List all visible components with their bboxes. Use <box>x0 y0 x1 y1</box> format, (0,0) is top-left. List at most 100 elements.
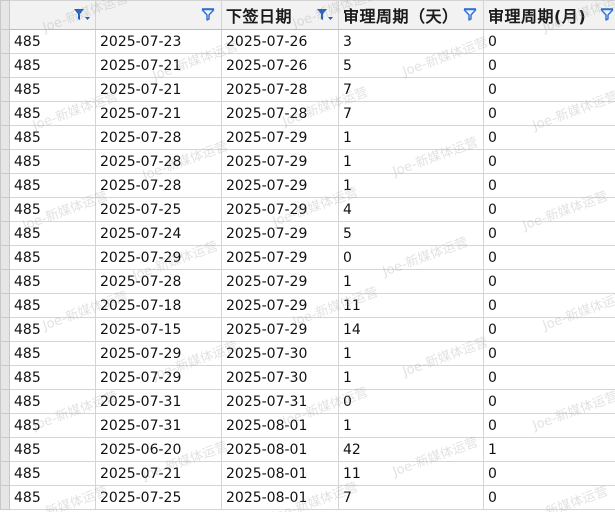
table-cell[interactable]: 2025-07-31 <box>221 389 339 414</box>
table-cell[interactable]: 485 <box>9 197 96 222</box>
table-cell[interactable]: 2025-08-01 <box>221 413 339 438</box>
table-cell[interactable]: 485 <box>9 149 96 174</box>
table-cell[interactable]: 1 <box>338 173 484 198</box>
table-row[interactable]: 485 2025-07-28 2025-07-29 1 0 <box>0 173 615 198</box>
table-cell[interactable]: 1 <box>338 269 484 294</box>
table-cell[interactable]: 2025-07-29 <box>221 125 339 150</box>
table-cell[interactable]: 0 <box>483 245 615 270</box>
table-cell[interactable]: 485 <box>9 389 96 414</box>
table-cell[interactable]: 485 <box>9 341 96 366</box>
table-cell[interactable]: 1 <box>483 437 615 462</box>
table-cell[interactable]: 5 <box>338 53 484 78</box>
table-cell[interactable]: 0 <box>483 173 615 198</box>
table-row[interactable]: 485 2025-07-28 2025-07-29 1 0 <box>0 269 615 294</box>
row-header[interactable] <box>0 485 10 510</box>
table-row[interactable]: 485 2025-07-23 2025-07-26 3 0 <box>0 29 615 54</box>
row-header[interactable] <box>0 437 10 462</box>
funnel-filter-applied-icon[interactable] <box>315 6 335 24</box>
table-cell[interactable]: 2025-07-31 <box>95 389 222 414</box>
table-cell[interactable]: 0 <box>338 245 484 270</box>
table-cell[interactable]: 2025-07-23 <box>95 29 222 54</box>
table-cell[interactable]: 485 <box>9 461 96 486</box>
table-cell[interactable]: 0 <box>483 341 615 366</box>
row-header[interactable] <box>0 29 10 54</box>
table-cell[interactable]: 1 <box>338 149 484 174</box>
table-cell[interactable]: 2025-07-29 <box>221 221 339 246</box>
row-header[interactable] <box>0 413 10 438</box>
table-cell[interactable]: 14 <box>338 317 484 342</box>
table-cell[interactable]: 2025-07-31 <box>95 413 222 438</box>
table-cell[interactable]: 2025-07-25 <box>95 485 222 510</box>
table-cell[interactable]: 1 <box>338 125 484 150</box>
table-cell[interactable]: 7 <box>338 485 484 510</box>
table-cell[interactable]: 2025-07-29 <box>221 173 339 198</box>
table-cell[interactable]: 0 <box>483 365 615 390</box>
table-cell[interactable]: 7 <box>338 101 484 126</box>
table-cell[interactable]: 2025-07-29 <box>95 341 222 366</box>
table-cell[interactable]: 2025-07-28 <box>221 101 339 126</box>
table-cell[interactable]: 485 <box>9 245 96 270</box>
table-cell[interactable]: 1 <box>338 413 484 438</box>
table-cell[interactable]: 2025-07-29 <box>221 269 339 294</box>
column-header-1[interactable] <box>9 0 96 30</box>
table-cell[interactable]: 2025-07-30 <box>221 341 339 366</box>
column-header-5[interactable]: 审理周期(月) <box>483 0 615 30</box>
table-cell[interactable]: 2025-07-15 <box>95 317 222 342</box>
row-header[interactable] <box>0 53 10 78</box>
table-cell[interactable]: 0 <box>483 149 615 174</box>
table-cell[interactable]: 7 <box>338 77 484 102</box>
table-cell[interactable]: 0 <box>483 197 615 222</box>
table-cell[interactable]: 0 <box>483 293 615 318</box>
row-header[interactable] <box>0 269 10 294</box>
table-cell[interactable]: 0 <box>483 77 615 102</box>
table-cell[interactable]: 0 <box>483 485 615 510</box>
row-header[interactable] <box>0 221 10 246</box>
table-cell[interactable]: 485 <box>9 413 96 438</box>
table-row[interactable]: 485 2025-07-18 2025-07-29 11 0 <box>0 293 615 318</box>
table-cell[interactable]: 2025-07-29 <box>221 197 339 222</box>
table-cell[interactable]: 2025-07-28 <box>95 173 222 198</box>
table-cell[interactable]: 0 <box>338 389 484 414</box>
table-cell[interactable]: 485 <box>9 293 96 318</box>
table-cell[interactable]: 2025-07-21 <box>95 53 222 78</box>
table-cell[interactable]: 0 <box>483 53 615 78</box>
table-cell[interactable]: 3 <box>338 29 484 54</box>
table-cell[interactable]: 2025-07-25 <box>95 197 222 222</box>
row-header[interactable] <box>0 245 10 270</box>
table-cell[interactable]: 485 <box>9 365 96 390</box>
row-header[interactable] <box>0 101 10 126</box>
row-header[interactable] <box>0 197 10 222</box>
table-row[interactable]: 485 2025-07-28 2025-07-29 1 0 <box>0 149 615 174</box>
table-cell[interactable]: 2025-07-21 <box>95 101 222 126</box>
table-row[interactable]: 485 2025-07-21 2025-07-26 5 0 <box>0 53 615 78</box>
row-header[interactable] <box>0 125 10 150</box>
table-cell[interactable]: 1 <box>338 365 484 390</box>
row-header[interactable] <box>0 173 10 198</box>
table-cell[interactable]: 2025-07-29 <box>221 149 339 174</box>
table-cell[interactable]: 2025-07-28 <box>95 269 222 294</box>
table-cell[interactable]: 485 <box>9 53 96 78</box>
column-header-4[interactable]: 审理周期（天） <box>338 0 484 30</box>
table-cell[interactable]: 0 <box>483 125 615 150</box>
table-row[interactable]: 485 2025-07-21 2025-07-28 7 0 <box>0 77 615 102</box>
table-cell[interactable]: 0 <box>483 389 615 414</box>
column-header-2[interactable] <box>95 0 222 30</box>
funnel-filter-applied-icon[interactable] <box>72 6 92 24</box>
table-row[interactable]: 485 2025-07-29 2025-07-30 1 0 <box>0 341 615 366</box>
table-cell[interactable]: 2025-07-21 <box>95 461 222 486</box>
table-cell[interactable]: 2025-06-20 <box>95 437 222 462</box>
table-cell[interactable]: 0 <box>483 221 615 246</box>
row-header[interactable] <box>0 461 10 486</box>
table-cell[interactable]: 485 <box>9 317 96 342</box>
table-cell[interactable]: 2025-08-01 <box>221 485 339 510</box>
table-cell[interactable]: 2025-08-01 <box>221 461 339 486</box>
table-cell[interactable]: 0 <box>483 269 615 294</box>
table-cell[interactable]: 485 <box>9 29 96 54</box>
table-cell[interactable]: 2025-07-24 <box>95 221 222 246</box>
row-header[interactable] <box>0 365 10 390</box>
table-cell[interactable]: 2025-07-29 <box>221 317 339 342</box>
table-cell[interactable]: 0 <box>483 101 615 126</box>
table-row[interactable]: 485 2025-07-21 2025-07-28 7 0 <box>0 101 615 126</box>
table-cell[interactable]: 485 <box>9 221 96 246</box>
table-cell[interactable]: 42 <box>338 437 484 462</box>
